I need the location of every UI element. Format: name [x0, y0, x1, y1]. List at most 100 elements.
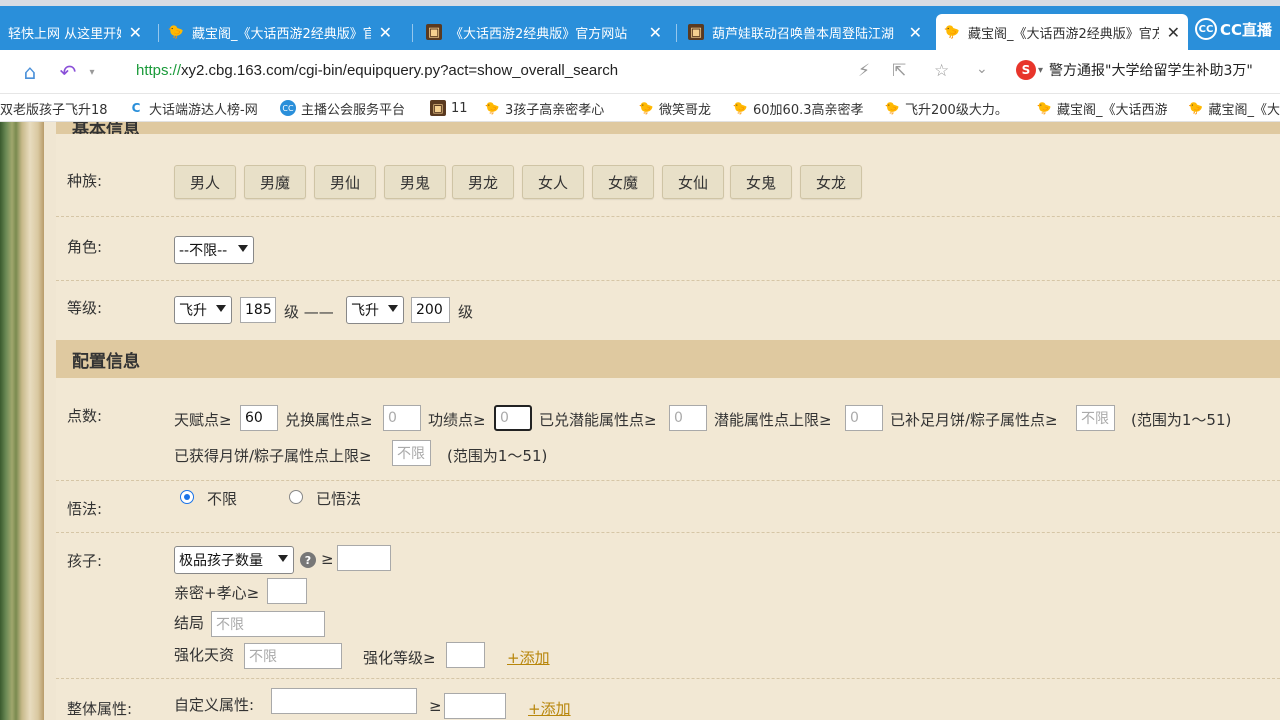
tab-cbg-active[interactable]: 🐤 藏宝阁_《大话西游2经典版》官方 ✕	[936, 14, 1188, 50]
add-attr-link[interactable]: +添加	[528, 698, 571, 719]
tab-news[interactable]: ▣ 葫芦娃联动召唤兽本周登陆江湖 ✕	[680, 14, 930, 50]
undo-dropdown-icon[interactable]: ▾	[80, 60, 104, 84]
race-button-female-dragon[interactable]: 女龙	[800, 165, 862, 199]
merit-input[interactable]: 0	[494, 405, 532, 431]
level-unit-text: 级	[458, 303, 474, 321]
bookmark-label: 3孩子高亲密孝心	[505, 102, 605, 118]
bookmark-label: 藏宝阁_《大话西游	[1057, 102, 1168, 118]
tab-title: 藏宝阁_《大话西游2经典版》官方	[192, 26, 371, 42]
race-button-male-human[interactable]: 男人	[174, 165, 236, 199]
close-icon[interactable]: ✕	[129, 23, 142, 42]
row-divider	[56, 280, 1280, 281]
tab-separator	[412, 24, 413, 42]
bookmarks-bar: 双老版孩子飞升18 C 大话端游达人榜-网 CC 主播公会服务平台 ▣ 11 🐤 3孩子…	[0, 94, 1280, 122]
bookmark-item[interactable]: 🐤 微笑哥龙	[638, 99, 712, 118]
race-button-male-dragon[interactable]: 男龙	[452, 165, 514, 199]
mooncake-cap-input[interactable]: 不限	[392, 440, 431, 466]
add-child-link[interactable]: +添加	[507, 647, 550, 668]
home-icon[interactable]: ⌂	[18, 60, 42, 84]
c-icon: C	[131, 101, 141, 115]
child-select[interactable]: 极品孩子数量	[174, 546, 294, 574]
lightning-icon[interactable]: ⚡	[858, 61, 870, 81]
close-icon[interactable]: ✕	[909, 23, 922, 42]
tab-title: 葫芦娃联动召唤兽本周登陆江湖	[712, 26, 895, 42]
game-icon: ▣	[430, 100, 446, 116]
bookmark-item[interactable]: 双老版孩子飞升18	[0, 99, 118, 118]
aptitude-input[interactable]: 不限	[244, 643, 342, 669]
ending-input[interactable]: 不限	[211, 611, 325, 637]
merit-label: 功绩点≥	[428, 411, 486, 429]
bookmark-label: 微笑哥龙	[659, 102, 712, 118]
custom-attr-value-input[interactable]	[444, 693, 506, 719]
treasure-icon: 🐤	[484, 101, 500, 115]
talent-label: 天赋点≥	[174, 411, 232, 429]
bookmark-item[interactable]: 🐤 60加60.3高亲密孝	[732, 99, 868, 117]
chevron-down-icon[interactable]: ⌄	[976, 61, 988, 77]
race-button-male-immortal[interactable]: 男仙	[314, 165, 376, 199]
undo-icon[interactable]: ↶	[56, 60, 80, 84]
url-field[interactable]: https://xy2.cbg.163.com/cgi-bin/equipque…	[136, 62, 618, 79]
exchange-input[interactable]: 0	[383, 405, 421, 431]
tab-cbg-1[interactable]: 🐤 藏宝阁_《大话西游2经典版》官方 ✕	[160, 14, 400, 50]
level-label: 等级:	[67, 299, 103, 317]
close-icon[interactable]: ✕	[379, 23, 392, 42]
potential-input[interactable]: 0	[669, 405, 707, 431]
bookmark-item[interactable]: 🐤 藏宝阁_《大话西游	[1036, 99, 1176, 117]
bookmark-item[interactable]: ▣ 11	[430, 99, 468, 117]
help-icon[interactable]: ?	[300, 552, 316, 568]
race-button-female-human[interactable]: 女人	[522, 165, 584, 199]
share-icon[interactable]: ⇱	[892, 61, 906, 81]
level-to-input[interactable]: 200	[411, 297, 450, 323]
bookmark-label: 11	[451, 100, 468, 116]
tab-start[interactable]: 轻快上网 从这里开始 ✕	[0, 14, 150, 50]
chevron-down-icon	[388, 305, 398, 312]
level-from-input[interactable]: 185	[240, 297, 276, 323]
race-button-female-immortal[interactable]: 女仙	[662, 165, 724, 199]
bookmark-item[interactable]: 🐤 飞升200级大力。	[884, 99, 1024, 117]
talent-input[interactable]: 60	[240, 405, 278, 431]
level-to-type-select[interactable]: 飞升	[346, 296, 404, 324]
aptitude-label: 强化天资	[174, 646, 235, 664]
decorative-border	[0, 122, 44, 720]
star-icon[interactable]: ☆	[934, 61, 949, 81]
bookmark-item[interactable]: CC 主播公会服务平台	[280, 99, 406, 118]
level-from-type-select[interactable]: 飞升	[174, 296, 232, 324]
points-label: 点数:	[67, 407, 103, 425]
custom-attr-input[interactable]	[271, 688, 417, 714]
section-title: 配置信息	[72, 351, 140, 372]
row-divider	[56, 678, 1280, 679]
treasure-icon: 🐤	[638, 101, 654, 115]
bookmark-item[interactable]: C 大话端游达人榜-网	[128, 99, 268, 117]
enhance-input[interactable]	[446, 642, 485, 668]
enlight-radio-done[interactable]	[289, 490, 303, 504]
mooncake-cap-label: 已获得月饼/粽子属性点上限≥	[174, 447, 372, 465]
close-icon[interactable]: ✕	[1167, 23, 1180, 42]
enlight-radio-any[interactable]	[180, 490, 194, 504]
section-basic-header: 基本信息	[56, 122, 1280, 134]
race-button-male-ghost[interactable]: 男鬼	[384, 165, 446, 199]
bookmark-item[interactable]: 🐤 藏宝阁_《大	[1188, 99, 1280, 117]
bookmark-label: 主播公会服务平台	[301, 102, 406, 118]
row-divider	[56, 480, 1280, 481]
enlight-option-any: 不限	[207, 490, 238, 508]
exchange-label: 兑换属性点≥	[285, 411, 373, 429]
treasure-icon: 🐤	[1188, 101, 1204, 115]
child-count-input[interactable]	[337, 545, 391, 571]
bookmark-item[interactable]: 🐤 3孩子高亲密孝心	[484, 99, 622, 117]
race-button-female-demon[interactable]: 女魔	[592, 165, 654, 199]
game-icon: ▣	[426, 24, 442, 40]
role-select[interactable]: --不限--	[174, 236, 254, 264]
mooncake-input[interactable]: 不限	[1076, 405, 1115, 431]
race-button-female-ghost[interactable]: 女鬼	[730, 165, 792, 199]
news-ticker[interactable]: S ▾ 警方通报"大学给留学生补助3万"	[1016, 60, 1253, 80]
mooncake-label: 已补足月饼/粽子属性点≥	[890, 411, 1058, 429]
tab-official[interactable]: ▣ 《大话西游2经典版》官方网站 ✕	[418, 14, 670, 50]
level-to-type-value: 飞升	[351, 303, 379, 319]
race-button-male-demon[interactable]: 男魔	[244, 165, 306, 199]
close-icon[interactable]: ✕	[649, 23, 662, 42]
cc-live-logo[interactable]: CC CC直播	[1194, 16, 1272, 42]
enlight-option-done: 已悟法	[316, 490, 362, 508]
potential-cap-input[interactable]: 0	[845, 405, 883, 431]
section-title: 基本信息	[72, 122, 140, 134]
intimacy-input[interactable]	[267, 578, 307, 604]
